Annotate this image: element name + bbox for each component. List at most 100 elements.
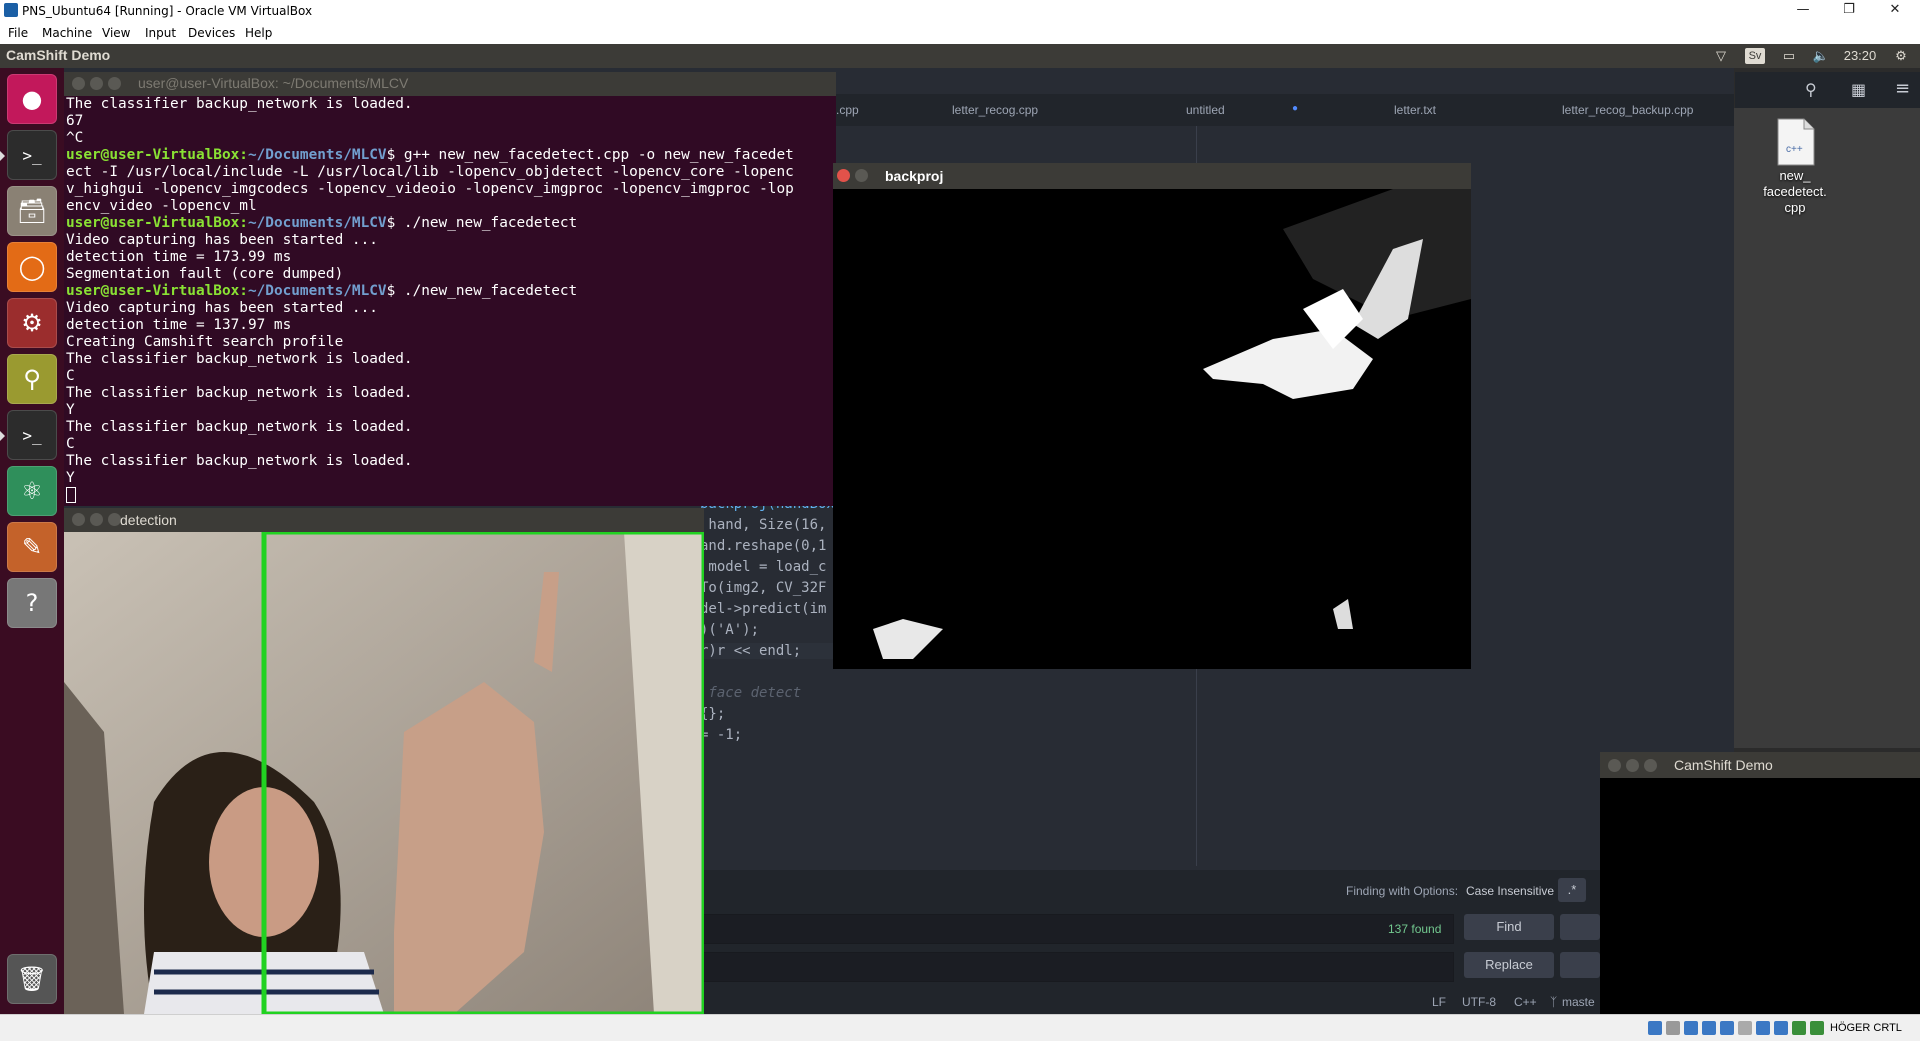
clock[interactable]: 23:20 [1838,48,1882,64]
cpu-icon[interactable] [1792,1021,1806,1035]
modified-dot-icon: ● [1292,103,1299,114]
files-icon[interactable]: 🗃 [7,186,57,236]
menu-help[interactable]: Help [245,26,272,40]
menu-machine[interactable]: Machine [42,26,92,40]
menu-devices[interactable]: Devices [188,26,235,40]
code-line: model = load_c [700,559,827,575]
tab-letter-txt[interactable]: letter.txt [1394,103,1436,117]
terminal-prompt-line: user@user-VirtualBox:~/Documents/MLCV$ g… [66,147,794,164]
host-key-label: HÖGER CRTL [1830,1022,1902,1034]
host-menubar: File Machine View Input Devices Help [0,22,1920,45]
prompt-user: user@user-VirtualBox: [66,215,248,231]
host-window-title: PNS_Ubuntu64 [Running] - Oracle VM Virtu… [22,4,313,18]
system-settings-icon[interactable]: ⚙ [7,298,57,348]
maximize-icon[interactable] [108,77,121,90]
terminal-icon[interactable]: >_ [7,130,57,180]
close-button[interactable]: ✕ [1872,0,1918,22]
usb-icon[interactable] [1720,1021,1734,1035]
minimize-icon[interactable] [90,77,103,90]
terminal-output-line: detection time = 173.99 ms [66,249,292,265]
prompt-command: $ g++ new_new_facedetect.cpp -o new_new_… [386,147,794,163]
terminal-output-line: encv_video -lopencv_ml [66,198,257,214]
find-options-label: Finding with Options: [1346,884,1459,898]
tab-letter-recog-backup[interactable]: letter_recog_backup.cpp [1562,103,1693,117]
shared-folders-icon[interactable] [1738,1021,1752,1035]
detection-window-title: detection [120,512,177,528]
close-icon[interactable] [72,513,85,526]
ubuntu-dash-icon[interactable]: ● [7,74,57,124]
keyboard-layout-indicator[interactable]: Sv [1745,48,1765,64]
text-editor-icon[interactable]: ✎ [7,522,57,572]
audio-icon[interactable] [1684,1021,1698,1035]
terminal-output-line: The classifier backup_network is loaded. [66,419,413,435]
close-icon[interactable] [1608,759,1621,772]
settings-gear-icon[interactable]: ⚙ [1892,48,1910,64]
prompt-user: user@user-VirtualBox: [66,147,248,163]
detection-titlebar: detection [64,508,704,532]
firefox-icon[interactable]: ◯ [7,242,57,292]
network-icon[interactable] [1702,1021,1716,1035]
trash-icon[interactable]: 🗑 [7,954,57,1004]
find-all-button[interactable] [1560,914,1600,940]
maximize-icon[interactable] [1644,759,1657,772]
prompt-command: $ ./new_new_facedetect [386,283,578,299]
tab-cpp[interactable]: .cpp [836,103,859,117]
help-icon[interactable]: ? [7,578,57,628]
find-result-count: 137 found [1388,922,1442,936]
regex-toggle-button[interactable]: .* [1558,878,1586,902]
grid-icon[interactable]: ▦ [1851,80,1866,99]
display-icon[interactable] [1756,1021,1770,1035]
minimize-icon[interactable] [90,513,103,526]
git-branch-status[interactable]: maste [1562,995,1595,1009]
terminal-output-line: Video capturing has been started ... [66,232,378,248]
terminal-output-line: detection time = 137.97 ms [66,317,292,333]
backproj-window-title: backproj [885,168,944,184]
tab-letter-recog[interactable]: letter_recog.cpp [952,103,1038,117]
line-ending-status[interactable]: LF [1432,995,1446,1009]
terminal-titlebar: user@user-VirtualBox: ~/Documents/MLCV [64,72,836,96]
find-input[interactable] [700,914,1454,944]
replace-button[interactable]: Replace [1464,952,1554,978]
close-icon[interactable] [72,77,85,90]
minimize-button[interactable]: — [1780,0,1826,22]
menu-input[interactable]: Input [145,26,176,40]
camshift-titlebar: CamShift Demo [1600,752,1920,778]
find-button[interactable]: Find [1464,914,1554,940]
hdd-icon[interactable] [1648,1021,1662,1035]
file-label[interactable]: new_ facedetect. cpp [1740,168,1850,216]
find-options-value: Case Insensitive [1466,884,1555,898]
volume-icon[interactable]: 🔈 [1812,48,1830,64]
terminal-output-line: v_highgui -lopencv_imgcodecs -lopencv_vi… [66,181,794,197]
menu-view[interactable]: View [102,26,130,40]
prompt-command: $ ./new_new_facedetect [386,215,578,231]
mouse-integration-icon[interactable] [1810,1021,1824,1035]
terminal-output-line: Video capturing has been started ... [66,300,378,316]
search-icon[interactable]: ⚲ [1805,80,1817,99]
code-line: )('A'); [700,622,760,638]
video-capture-icon[interactable] [1774,1021,1788,1035]
close-icon[interactable] [837,169,850,182]
minimize-icon[interactable] [855,169,868,182]
replace-all-button[interactable] [1560,952,1600,978]
terminal-output-line: The classifier backup_network is loaded. [66,351,413,367]
code-comment: face detect [700,685,802,701]
backprojection-view [833,189,1471,669]
minimize-icon[interactable] [1626,759,1639,772]
atom-icon[interactable]: ⚛ [7,466,57,516]
wifi-icon[interactable]: ▽ [1712,48,1730,64]
ubuntu-launcher: ● >_ 🗃 ◯ ⚙ ⚲ >_ ⚛ ✎ ? 🗑 [0,68,64,1014]
terminal-icon[interactable]: >_ [7,410,57,460]
restore-button[interactable]: ❐ [1826,0,1872,22]
menu-file[interactable]: File [8,26,28,40]
editor-header: ⚲ ▦ ≡ [1735,72,1920,108]
battery-icon[interactable]: ▭ [1778,48,1800,64]
menu-icon[interactable]: ≡ [1895,78,1910,99]
grammar-status[interactable]: C++ [1514,995,1537,1009]
encoding-status[interactable]: UTF-8 [1462,995,1496,1009]
optical-drive-icon[interactable] [1666,1021,1680,1035]
cpp-file-icon[interactable]: c++ [1770,118,1820,166]
tab-untitled[interactable]: untitled [1186,103,1225,117]
image-viewer-icon[interactable]: ⚲ [7,354,57,404]
replace-input[interactable] [700,952,1454,982]
terminal-output[interactable]: The classifier backup_network is loaded.… [64,96,836,506]
